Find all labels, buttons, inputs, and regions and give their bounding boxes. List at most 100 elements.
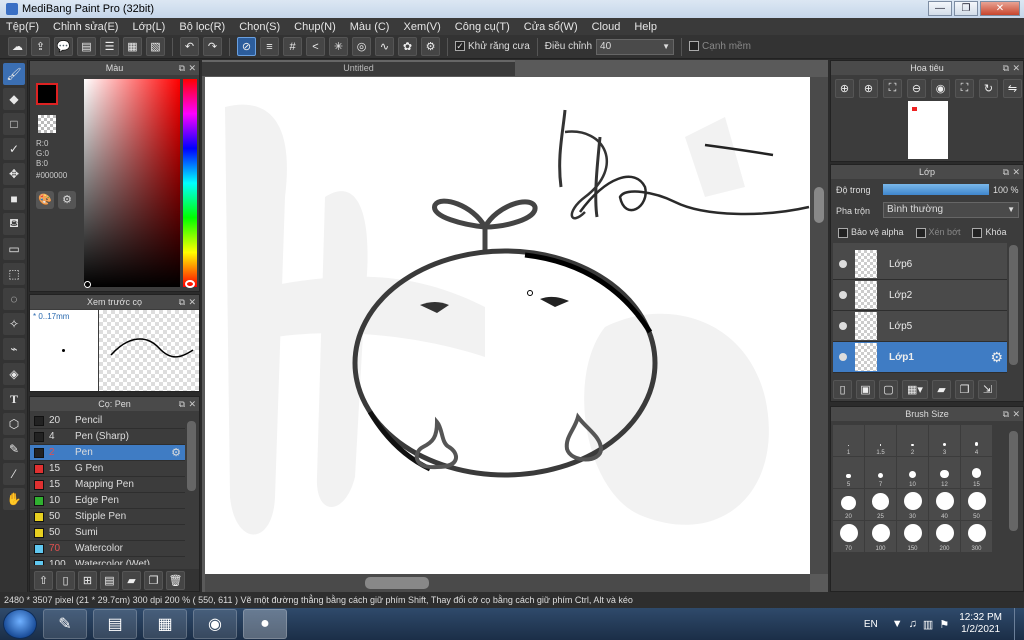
layer-row[interactable]: Lớp6: [833, 249, 1007, 280]
select-tool-icon[interactable]: ⬚: [3, 263, 25, 285]
menu-color[interactable]: Màu (C): [350, 21, 390, 33]
redo-icon[interactable]: ↷: [203, 37, 222, 56]
soft-edge-toggle[interactable]: Cạnh mềm: [689, 41, 751, 52]
media-app-icon[interactable]: ▦: [143, 609, 187, 639]
snap-circle-icon[interactable]: ◎: [352, 37, 371, 56]
soft-edge-checkbox[interactable]: [689, 41, 700, 52]
brush-row-selected[interactable]: 2 Pen ⚙: [30, 445, 185, 461]
brush-settings-gear-icon[interactable]: ⚙: [171, 446, 181, 459]
horizontal-scroll-thumb[interactable]: [365, 577, 429, 589]
brush-row[interactable]: 4 Pen (Sharp): [30, 429, 185, 445]
brush-size-cell[interactable]: 4: [961, 425, 992, 456]
menu-edit[interactable]: Chỉnh sửa(E): [53, 21, 118, 33]
brush-row[interactable]: 50 Stipple Pen: [30, 509, 185, 525]
canvas-tab[interactable]: Untitled: [202, 60, 515, 76]
undock-icon[interactable]: ⧉: [179, 295, 185, 309]
chrome-icon[interactable]: ◉: [193, 609, 237, 639]
new-halftone-layer-icon[interactable]: ▣: [856, 379, 875, 399]
flip-icon[interactable]: ⇋: [1003, 79, 1022, 98]
visibility-eye-icon[interactable]: [839, 353, 847, 361]
protect-alpha-toggle[interactable]: Bảo vệ alpha: [838, 227, 904, 238]
drawing-canvas[interactable]: [205, 77, 810, 574]
palette-settings-icon[interactable]: ⚙: [58, 191, 76, 209]
brush-size-cell[interactable]: 12: [929, 457, 960, 488]
brush-row[interactable]: 100 Watercolor (Wet): [30, 557, 185, 565]
magic-wand-icon[interactable]: ✧: [3, 313, 25, 335]
navigator-thumbnail[interactable]: [908, 101, 948, 159]
canvas-vertical-scrollbar[interactable]: [810, 77, 828, 574]
medibang-app-icon[interactable]: ●: [243, 609, 287, 639]
brush-size-cell[interactable]: 300: [961, 521, 992, 552]
menu-filter[interactable]: Bộ lọc(R): [179, 21, 225, 33]
visibility-eye-icon[interactable]: [839, 322, 847, 330]
lock-toggle[interactable]: Khóa: [972, 227, 1007, 238]
canvas-horizontal-scrollbar[interactable]: [205, 574, 810, 592]
close-icon[interactable]: ✕: [1012, 165, 1020, 179]
blend-mode-dropdown[interactable]: Bình thường ▼: [883, 202, 1019, 218]
gradient-tool-icon[interactable]: ▭: [3, 238, 25, 260]
hue-slider-handle[interactable]: [185, 280, 195, 288]
gear-icon[interactable]: ⚙: [421, 37, 440, 56]
brush-row[interactable]: 70 Watercolor: [30, 541, 185, 557]
color-picker-cursor[interactable]: [84, 281, 91, 288]
layer-settings-gear-icon[interactable]: ⚙: [990, 349, 1003, 366]
clipping-toggle[interactable]: Xén bớt: [915, 227, 960, 238]
brush-size-cell[interactable]: 2: [897, 425, 928, 456]
move-tool-icon[interactable]: ✥: [3, 163, 25, 185]
protect-alpha-checkbox[interactable]: [838, 227, 848, 238]
brush-row[interactable]: 10 Edge Pen: [30, 493, 185, 509]
hue-slider[interactable]: [183, 79, 197, 287]
eyedropper-icon[interactable]: ⁄: [3, 463, 25, 485]
operation-tool-icon[interactable]: ⬡: [3, 413, 25, 435]
snap-settings-icon[interactable]: ✿: [398, 37, 417, 56]
brush-row[interactable]: 20 Pencil: [30, 413, 185, 429]
menu-layer[interactable]: Lớp(L): [132, 21, 165, 33]
brush-cloud-icon[interactable]: ⇧: [34, 570, 53, 590]
undock-icon[interactable]: ⧉: [179, 61, 185, 75]
select-eraser-icon[interactable]: ◈: [3, 363, 25, 385]
palette-icon[interactable]: 🎨: [36, 191, 54, 209]
brush-size-scrollbar[interactable]: [1009, 431, 1018, 531]
snap-off-icon[interactable]: ⊘: [237, 37, 256, 56]
zoom-out-icon[interactable]: ⊖: [907, 79, 926, 98]
delete-brush-icon[interactable]: 🗑: [166, 570, 185, 590]
merge-layer-icon[interactable]: ⇲: [978, 379, 997, 399]
layer-row-selected[interactable]: Lớp1 ⚙: [833, 342, 1007, 373]
menu-file[interactable]: Tệp(F): [6, 21, 39, 33]
text-tool-icon[interactable]: T: [3, 388, 25, 410]
snap-vanish-icon[interactable]: <: [306, 37, 325, 56]
close-button[interactable]: ✕: [980, 1, 1020, 16]
hand-tool-icon[interactable]: ✋: [3, 488, 25, 510]
new-layer-icon[interactable]: ▯: [833, 379, 852, 399]
close-icon[interactable]: ✕: [188, 397, 196, 411]
fit-icon[interactable]: ⛶: [883, 79, 902, 98]
lasso-tool-icon[interactable]: ◌: [3, 288, 25, 310]
brush-size-cell[interactable]: 40: [929, 489, 960, 520]
share-icon[interactable]: ⇪: [31, 37, 50, 56]
undock-icon[interactable]: ⧉: [179, 397, 185, 411]
layer-list-scrollbar[interactable]: [1009, 245, 1018, 365]
fill-rect-tool-icon[interactable]: ■: [3, 188, 25, 210]
layer-row[interactable]: Lớp5: [833, 311, 1007, 342]
antivirus-icon[interactable]: ▼: [892, 618, 903, 630]
saturation-value-picker[interactable]: [84, 79, 180, 287]
brush-size-cell[interactable]: 5: [833, 457, 864, 488]
primary-color-swatch[interactable]: [36, 83, 58, 105]
new-1bit-layer-icon[interactable]: ▢: [879, 379, 898, 399]
brush-size-cell[interactable]: 100: [865, 521, 896, 552]
brush-row[interactable]: 50 Sumi: [30, 525, 185, 541]
snap-radial-icon[interactable]: ✳: [329, 37, 348, 56]
comment-icon[interactable]: 💬: [54, 37, 73, 56]
brush-size-cell[interactable]: 1.5: [865, 425, 896, 456]
brush-folder-icon[interactable]: ▰: [122, 570, 141, 590]
file-explorer-icon[interactable]: ▤: [93, 609, 137, 639]
list-icon[interactable]: ☰: [100, 37, 119, 56]
zoom-in-alt-icon[interactable]: ⊕: [859, 79, 878, 98]
clock[interactable]: 12:32 PM 1/2/2021: [959, 612, 1002, 636]
brush-size-cell[interactable]: 30: [897, 489, 928, 520]
menu-tools[interactable]: Công cụ(T): [455, 21, 510, 33]
brush-size-cell[interactable]: 150: [897, 521, 928, 552]
menu-help[interactable]: Help: [634, 21, 657, 33]
paint-app-icon[interactable]: ✎: [43, 609, 87, 639]
menu-select[interactable]: Chọn(S): [239, 21, 280, 33]
